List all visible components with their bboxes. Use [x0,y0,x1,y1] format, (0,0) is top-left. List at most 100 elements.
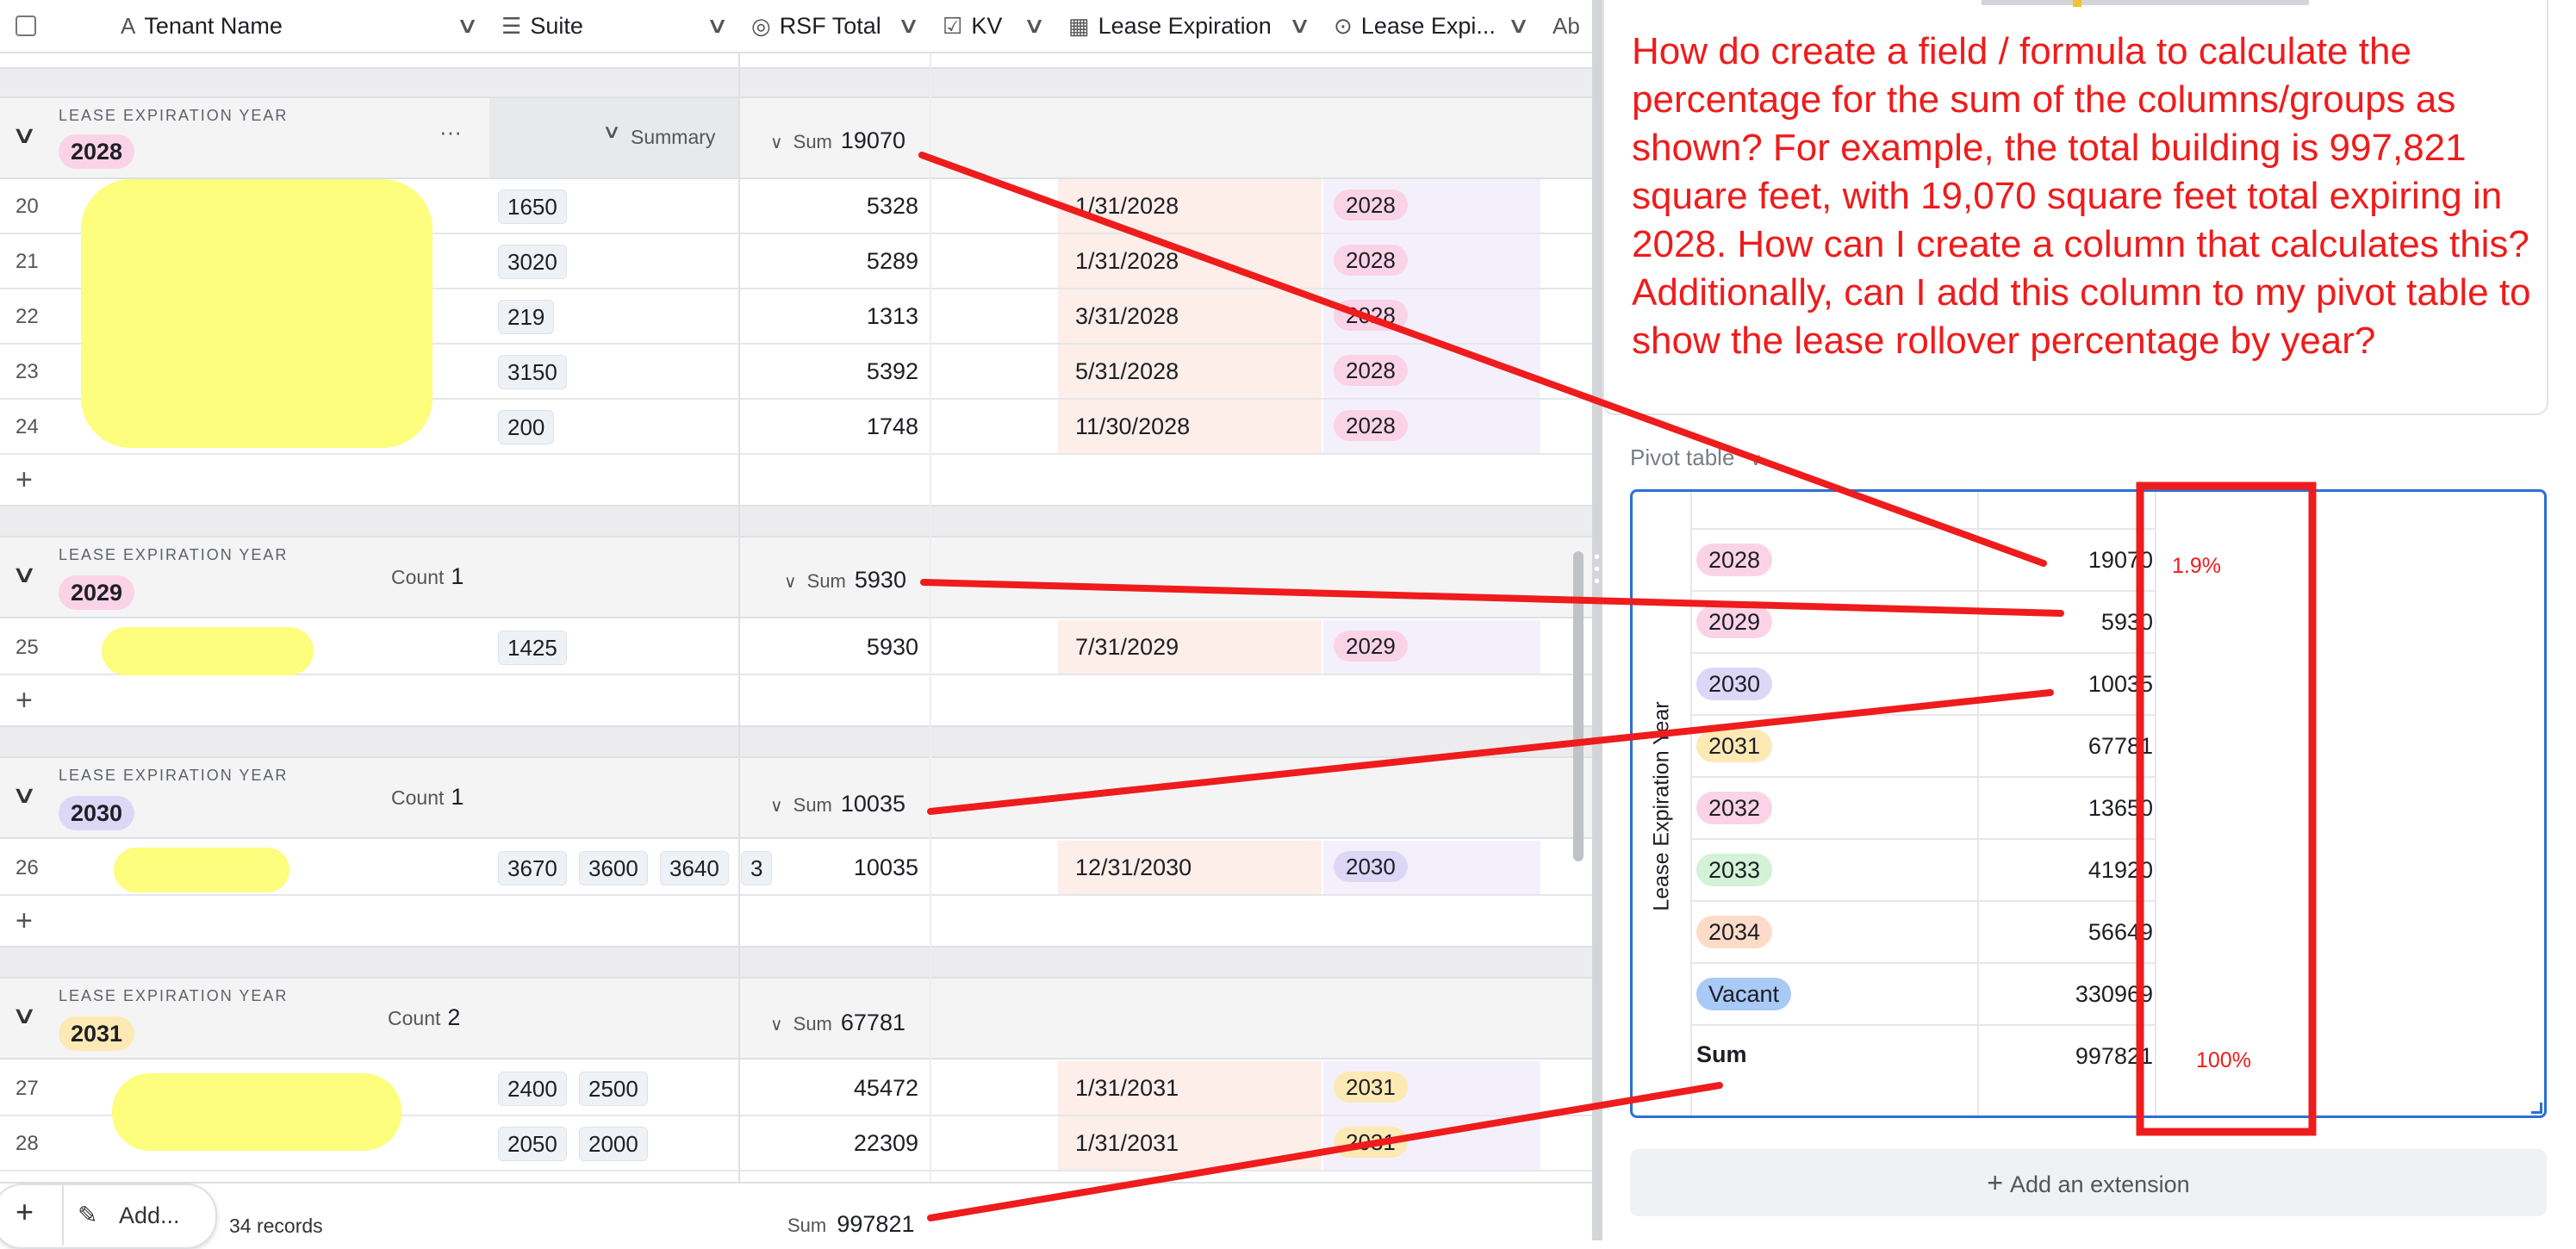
chevron-down-icon[interactable]: ∨ [1507,12,1530,39]
magic-wand-icon: ✎ [78,1202,98,1228]
chevron-down-icon[interactable]: ∨ [11,780,38,809]
chevron-down-icon[interactable]: ∨ [11,1001,38,1029]
add-label[interactable]: Add... [119,1202,180,1229]
resize-corner-icon[interactable] [2531,1103,2542,1114]
pivot-axis-label: Lease Expiration Year [1649,701,1674,911]
group-gap [0,506,1592,536]
pivot-table[interactable]: Lease Expiration Year 2028 19070 2029 5930 2… [1630,489,2547,1118]
chevron-down-icon[interactable]: ∨ [1023,12,1046,39]
add-record-button[interactable]: + ✎ Add... [0,1184,217,1249]
rsf-cell[interactable]: 5289 [739,234,930,288]
header-lease-expiration[interactable]: ▦ Lease Expiration ∨ [1056,0,1322,53]
lease-expiration-year-cell[interactable]: 2030 [1323,841,1540,894]
lease-expiration-cell[interactable]: 7/31/2029 [1058,620,1322,674]
lease-expiration-year-cell[interactable]: 2031 [1323,1061,1540,1115]
rollup-field-icon: ◎ [751,12,771,39]
group-header-2028[interactable]: ∨ LEASE EXPIRATION YEAR 2028 ··· ∨ Summa… [0,96,1592,179]
chevron-down-icon[interactable]: ∨ [11,121,38,149]
lease-expiration-year-cell[interactable]: 2028 [1323,234,1540,288]
chevron-down-icon[interactable]: ∨ [1288,12,1311,39]
group-sum-2031[interactable]: ∨ Sum 67781 [770,1010,905,1036]
lease-expiration-year-cell[interactable]: 2028 [1323,400,1540,453]
plus-icon[interactable]: + [16,684,33,718]
header-rsf-total[interactable]: ◎ RSF Total ∨ [739,0,930,53]
header-suite[interactable]: ☰ Suite ∨ [489,0,739,53]
annotation-percent-total: 100% [2196,1048,2251,1072]
chevron-down-icon[interactable]: ∨ [897,12,920,39]
chevron-down-icon[interactable]: ∨ [456,12,479,39]
group-year-pill: 2031 [59,1016,135,1051]
suite-chip: 3600 [579,851,648,885]
group-sum-value: 5930 [854,567,906,593]
lease-expiration-year-cell[interactable]: 2028 [1323,179,1540,233]
rsf-cell[interactable]: 10035 [739,841,930,894]
add-record-row[interactable]: + [0,455,1592,506]
pivot-year-chip: 2029 [1696,606,1773,638]
lease-expiration-cell[interactable]: 1/31/2031 [1058,1061,1322,1115]
more-options-icon[interactable]: ··· [439,119,462,146]
group-sum-2030[interactable]: ∨ Sum 10035 [770,791,905,817]
select-all-checkbox[interactable] [16,16,36,36]
record-count: 34 records [229,1215,323,1237]
lease-expiration-cell[interactable]: 5/31/2028 [1058,345,1322,398]
lease-expiration-year-cell[interactable]: 2028 [1323,345,1540,398]
rsf-cell[interactable]: 5392 [739,345,930,398]
pivot-sum-value: 997821 [2075,1043,2153,1069]
pivot-top-fade [1691,492,2156,530]
chevron-down-icon: ∨ [770,134,783,152]
lease-expiration-cell[interactable]: 3/31/2028 [1058,289,1322,343]
pivot-value: 330969 [2075,981,2153,1007]
lease-expiration-year-cell[interactable]: 2029 [1323,620,1540,674]
group-sum-value: 67781 [840,1010,905,1035]
year-chip: 2028 [1334,300,1408,331]
rsf-cell[interactable]: 1748 [739,400,930,453]
group-sum-value: 10035 [840,791,905,817]
header-lease-expiration-year[interactable]: ⊙ Lease Expi... ∨ [1322,0,1540,53]
header-next-field[interactable]: Ab [1540,0,1592,53]
group-sum-2029[interactable]: ∨ Sum 5930 [784,567,906,593]
header-kv[interactable]: ☑ KV ∨ [930,0,1056,53]
plus-icon[interactable]: + [16,463,33,497]
add-record-row[interactable]: + [0,896,1592,948]
group-header-2029[interactable]: ∨ LEASE EXPIRATION YEAR 2029 Count 1 ∨ Sum… [0,536,1592,618]
chevron-down-icon[interactable]: ∨ [706,12,729,39]
summary-cell[interactable]: ∨ Summary [489,98,739,177]
chevron-down-icon[interactable]: ∨ [1750,451,1763,469]
lease-expiration-year-cell[interactable]: 2031 [1323,1116,1540,1170]
suite-chip: 219 [498,300,555,334]
suite-chip: 2000 [579,1127,648,1161]
lease-expiration-cell[interactable]: 11/30/2028 [1058,400,1322,453]
add-record-row[interactable]: + [0,675,1592,727]
lease-expiration-year-cell[interactable]: 2028 [1323,289,1540,343]
lease-expiration-cell[interactable]: 12/31/2030 [1058,841,1322,894]
pivot-row: 2032 13650 [1691,778,2156,840]
lease-expiration-cell[interactable]: 1/31/2028 [1058,179,1322,233]
vertical-scrollbar[interactable] [1573,551,1584,861]
rsf-cell[interactable]: 5930 [739,620,930,674]
add-extension-button[interactable]: + Add an extension [1630,1149,2547,1216]
rsf-cell[interactable]: 5328 [739,179,930,233]
pivot-year-chip: 2032 [1696,792,1773,824]
suite-chip: 3020 [498,245,567,279]
rsf-cell[interactable]: 45472 [739,1061,930,1115]
pivot-row: 2031 67781 [1691,716,2156,778]
drag-handle-icon[interactable]: • • • [1594,549,1600,590]
group-header-2031[interactable]: ∨ LEASE EXPIRATION YEAR 2031 Count 2 ∨ Sum… [0,977,1592,1059]
plus-icon[interactable]: + [16,1194,34,1230]
pivot-table-title[interactable]: Pivot table ∨ [1630,444,1762,471]
rsf-value: 5930 [866,634,918,660]
group-year-pill: 2030 [59,796,135,830]
rsf-cell[interactable]: 1313 [739,289,930,343]
lease-expiration-cell[interactable]: 1/31/2031 [1058,1116,1322,1170]
group-header-2030[interactable]: ∨ LEASE EXPIRATION YEAR 2030 Count 1 ∨ Sum… [0,756,1592,839]
header-tenant-name[interactable]: A Tenant Name ∨ [103,0,489,53]
group-field-label: LEASE EXPIRATION YEAR [59,767,289,784]
panel-resize-handle[interactable]: • • • [1592,0,1602,1240]
plus-icon[interactable]: + [16,904,33,938]
lease-expiration-cell[interactable]: 1/31/2028 [1058,234,1322,288]
group-sum-2028[interactable]: ∨ Sum 19070 [770,127,905,154]
rsf-cell[interactable]: 22309 [739,1116,930,1170]
footer-sum[interactable]: Sum 997821 [787,1211,914,1238]
header-cell-select[interactable] [0,0,103,53]
chevron-down-icon[interactable]: ∨ [11,560,38,588]
